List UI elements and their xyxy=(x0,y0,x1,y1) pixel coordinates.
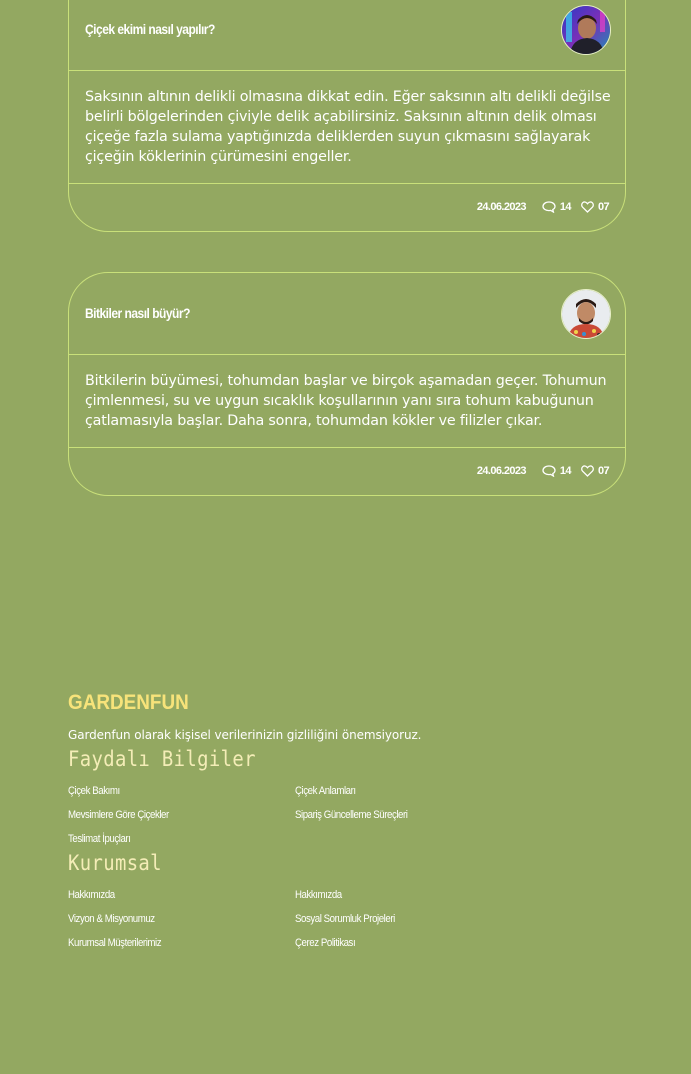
question-title[interactable]: Çiçek ekimi nasıl yapılır? xyxy=(85,21,215,37)
avatar[interactable] xyxy=(561,289,611,339)
footer-tagline: Gardenfun olarak kişisel verilerinizin g… xyxy=(68,728,422,742)
brand-logo[interactable]: GARDENFUN xyxy=(68,691,189,715)
post-date: 24.06.2023 xyxy=(476,201,527,213)
question-meta: 24.06.2023 14 07 xyxy=(476,201,610,213)
footer-link-vision-mission[interactable]: Vizyon & Misyonumuz xyxy=(68,913,155,925)
question-footer: 24.06.2023 14 07 xyxy=(69,184,625,232)
footer-link-flower-care[interactable]: Çiçek Bakımı xyxy=(68,785,120,797)
footer-link-corporate-customers[interactable]: Kurumsal Müşterilerimiz xyxy=(68,937,162,949)
comment-count: 14 xyxy=(559,465,572,477)
comment-count: 14 xyxy=(559,201,572,213)
question-meta: 24.06.2023 14 07 xyxy=(476,465,610,477)
answer-text: Saksının altının delikli olmasına dikkat… xyxy=(85,89,611,165)
footer-link-delivery-tips[interactable]: Teslimat İpuçları xyxy=(68,833,131,845)
footer-link-seasonal-flowers[interactable]: Mevsimlere Göre Çiçekler xyxy=(68,809,169,821)
like-count: 07 xyxy=(597,201,610,213)
question-footer: 24.06.2023 14 07 xyxy=(69,448,625,496)
footer-link-about-us[interactable]: Hakkımızda xyxy=(68,889,115,901)
comment-icon[interactable] xyxy=(542,465,556,477)
question-card: Bitkiler nasıl büyür? Bitkilerin büyümes… xyxy=(68,272,626,496)
question-card: Çiçek ekimi nasıl yapılır? Saksının altı… xyxy=(68,0,626,232)
question-header: Bitkiler nasıl büyür? xyxy=(69,273,625,355)
question-header: Çiçek ekimi nasıl yapılır? xyxy=(69,0,625,71)
footer-link-flower-meanings[interactable]: Çiçek Anlamları xyxy=(295,785,356,797)
avatar[interactable] xyxy=(561,5,611,55)
comment-icon[interactable] xyxy=(542,201,556,213)
question-title[interactable]: Bitkiler nasıl büyür? xyxy=(85,305,190,321)
like-count: 07 xyxy=(597,465,610,477)
footer-link-social-responsibility[interactable]: Sosyal Sorumluk Projeleri xyxy=(295,913,395,925)
answer-text: Bitkilerin büyümesi, tohumdan başlar ve … xyxy=(85,373,607,429)
heart-icon[interactable] xyxy=(581,465,594,477)
footer-link-order-updates[interactable]: Sipariş Güncelleme Süreçleri xyxy=(295,809,408,821)
footer-link-cookie-policy[interactable]: Çerez Politikası xyxy=(295,937,356,949)
section-title-corporate: Kurumsal xyxy=(68,851,162,875)
heart-icon[interactable] xyxy=(581,201,594,213)
section-title-useful-info: Faydalı Bilgiler xyxy=(68,747,256,771)
answer-body: Saksının altının delikli olmasına dikkat… xyxy=(69,71,625,184)
answer-body: Bitkilerin büyümesi, tohumdan başlar ve … xyxy=(69,355,625,448)
footer-link-about-us-2[interactable]: Hakkımızda xyxy=(295,889,342,901)
post-date: 24.06.2023 xyxy=(476,465,527,477)
